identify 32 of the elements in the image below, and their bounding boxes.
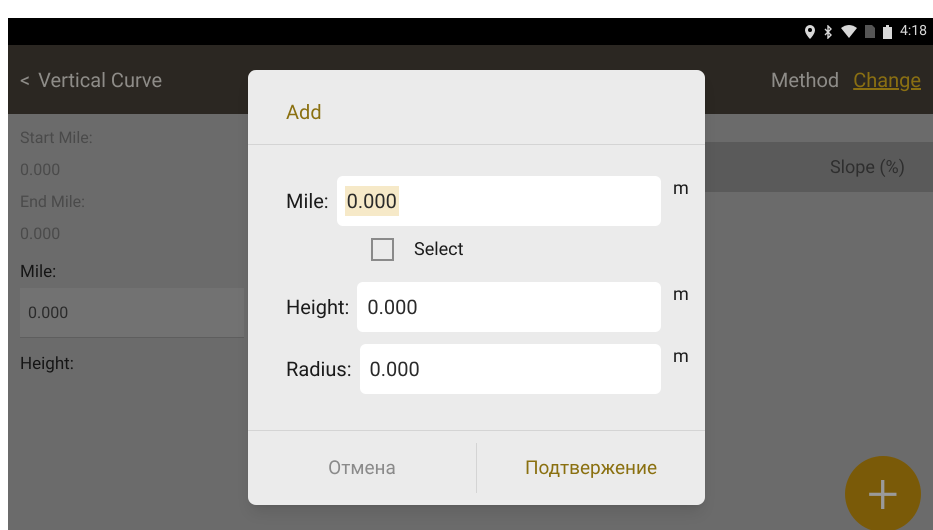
field-label: Mile: (20, 261, 56, 284)
input-value: 0.000 (344, 186, 399, 216)
field-value: 0.000 (28, 302, 68, 324)
input-value: 0.000 (366, 294, 419, 321)
checkbox[interactable] (371, 238, 394, 260)
bluetooth-icon (823, 24, 833, 38)
mile-input[interactable]: 0.000 (20, 288, 244, 338)
field-label: Mile: (286, 188, 329, 215)
status-time: 4:18 (900, 22, 927, 41)
change-link[interactable]: Change (853, 64, 921, 94)
unit-label: m (672, 177, 690, 201)
field-label: Height: (20, 353, 74, 376)
field-label: Radius: (286, 356, 352, 383)
unit-label: m (672, 345, 690, 369)
field-label: Height: (286, 294, 350, 321)
page-title: Vertical Curve (38, 66, 162, 94)
wifi-icon (841, 25, 857, 38)
cancel-button[interactable]: Отмена (248, 443, 476, 493)
input-value: 0.000 (368, 356, 421, 383)
text-input[interactable]: 0.000 (336, 176, 661, 226)
method-label: Method (770, 66, 840, 94)
back-button[interactable]: < (20, 64, 30, 94)
battery-icon (883, 24, 892, 38)
text-input[interactable]: 0.000 (360, 344, 661, 394)
add-fab[interactable]: + (845, 456, 921, 530)
text-input[interactable]: 0.000 (357, 282, 661, 332)
location-pin-icon (805, 24, 815, 38)
unit-label: m (672, 283, 690, 307)
confirm-button[interactable]: Подтвержение (476, 443, 705, 493)
dialog-title: Add (286, 99, 322, 126)
sim-icon (865, 25, 875, 38)
checkbox-label: Select (414, 238, 464, 262)
